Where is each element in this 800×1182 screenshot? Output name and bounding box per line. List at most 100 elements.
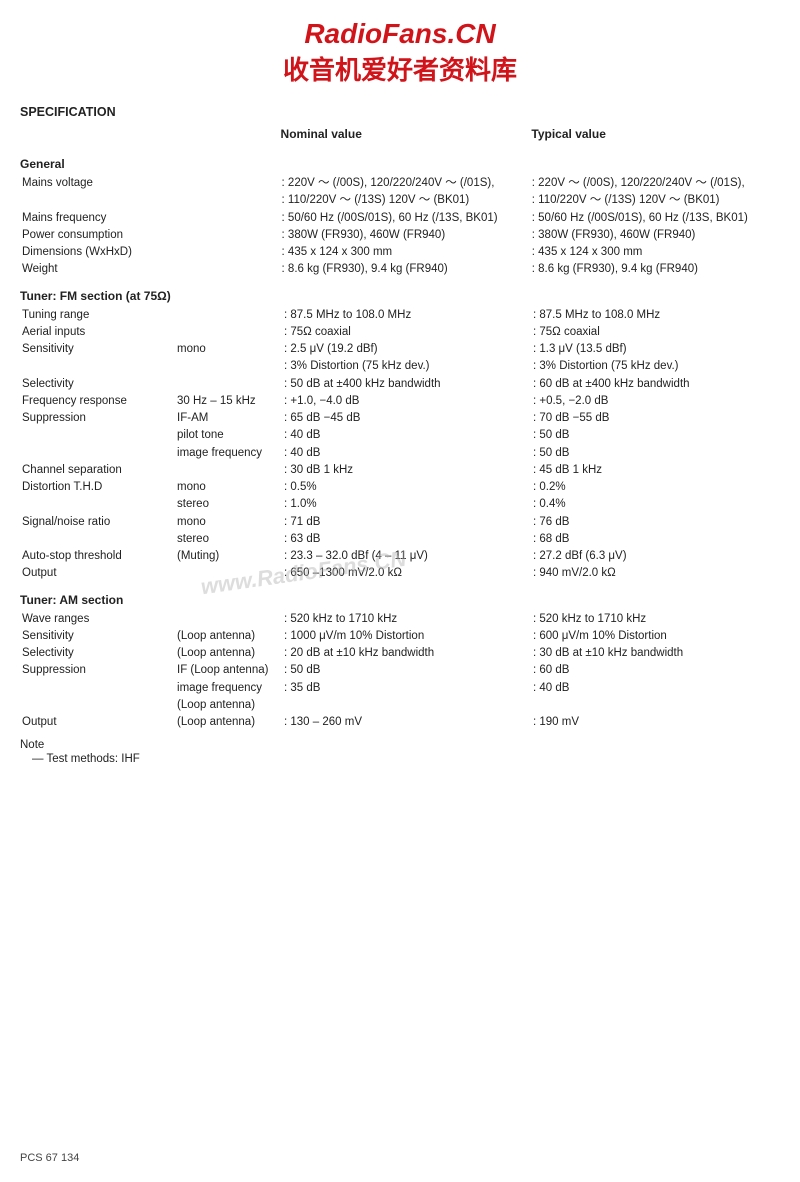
- row-nominal: [282, 697, 531, 714]
- row-label: [20, 680, 175, 697]
- row-sub: (Loop antenna): [175, 697, 282, 714]
- row-typical: : 27.2 dBf (6.3 μV): [531, 548, 780, 565]
- row-sub: [175, 324, 282, 341]
- row-sub: mono: [175, 341, 282, 358]
- row-typical: : 8.6 kg (FR930), 9.4 kg (FR940): [530, 261, 780, 278]
- row-label: Aerial inputs: [20, 324, 175, 341]
- table-row: Sensitivity(Loop antenna): 1000 μV/m 10%…: [20, 628, 780, 645]
- row-sub: image frequency: [175, 445, 282, 462]
- row-label: [20, 531, 175, 548]
- row-nominal: : 50 dB: [282, 662, 531, 679]
- row-label: Mains frequency: [20, 210, 175, 227]
- row-nominal: : 65 dB −45 dB: [282, 410, 531, 427]
- row-sub: [175, 227, 279, 244]
- row-sub: [175, 175, 279, 192]
- row-label: [20, 192, 175, 209]
- row-nominal: : 20 dB at ±10 kHz bandwidth: [282, 645, 531, 662]
- table-row: image frequency: 35 dB: 40 dB: [20, 680, 780, 697]
- row-label: Auto-stop threshold: [20, 548, 175, 565]
- row-sub: [175, 210, 279, 227]
- row-typical: : 1.3 μV (13.5 dBf): [531, 341, 780, 358]
- table-row: stereo: 63 dB: 68 dB: [20, 531, 780, 548]
- row-nominal: : 63 dB: [282, 531, 531, 548]
- row-label: Output: [20, 565, 175, 582]
- table-row: Weight: 8.6 kg (FR930), 9.4 kg (FR940): …: [20, 261, 780, 278]
- row-sub: [175, 611, 282, 628]
- row-nominal: : 2.5 μV (19.2 dBf): [282, 341, 531, 358]
- row-typical: : 190 mV: [531, 714, 780, 731]
- row-label: Suppression: [20, 662, 175, 679]
- row-sub: IF (Loop antenna): [175, 662, 282, 679]
- header-title-line2: 收音机爱好者资料库: [20, 50, 780, 87]
- row-label: [20, 697, 175, 714]
- row-typical: : 30 dB at ±10 kHz bandwidth: [531, 645, 780, 662]
- row-sub: IF-AM: [175, 410, 282, 427]
- row-label: [20, 358, 175, 375]
- row-typical: : 0.4%: [531, 496, 780, 513]
- table-row: SuppressionIF (Loop antenna): 50 dB: 60 …: [20, 662, 780, 679]
- row-nominal: : 380W (FR930), 460W (FR940): [280, 227, 530, 244]
- row-typical: : 380W (FR930), 460W (FR940): [530, 227, 780, 244]
- tuner-am-title: Tuner: AM section: [20, 593, 780, 607]
- table-row: Wave ranges: 520 kHz to 1710 kHz: 520 kH…: [20, 611, 780, 628]
- header-title-line1: RadioFans.CN: [20, 18, 780, 50]
- row-sub: 30 Hz – 15 kHz: [175, 393, 282, 410]
- row-label: Selectivity: [20, 376, 175, 393]
- row-typical: [531, 697, 780, 714]
- general-table: Mains voltage: 220V ～ (/00S), 120/220/24…: [20, 175, 780, 279]
- row-typical: : 87.5 MHz to 108.0 MHz: [531, 307, 780, 324]
- footer: PCS 67 134: [20, 1152, 79, 1164]
- table-row: Signal/noise ratiomono: 71 dB: 76 dB: [20, 514, 780, 531]
- row-sub: image frequency: [175, 680, 282, 697]
- table-row: Frequency response30 Hz – 15 kHz: +1.0, …: [20, 393, 780, 410]
- row-label: Tuning range: [20, 307, 175, 324]
- row-sub: (Loop antenna): [175, 628, 282, 645]
- row-label: Signal/noise ratio: [20, 514, 175, 531]
- table-row: Output: 650 –1300 mV/2.0 kΩ: 940 mV/2.0 …: [20, 565, 780, 582]
- row-nominal: : 75Ω coaxial: [282, 324, 531, 341]
- row-typical: : 940 mV/2.0 kΩ: [531, 565, 780, 582]
- table-row: Power consumption: 380W (FR930), 460W (F…: [20, 227, 780, 244]
- am-table: Wave ranges: 520 kHz to 1710 kHz: 520 kH…: [20, 611, 780, 732]
- row-nominal: : 110/220V ～ (/13S) 120V ～ (BK01): [280, 192, 530, 209]
- spec-column-headers: Nominal value Typical value: [20, 125, 780, 147]
- table-row: : 3% Distortion (75 kHz dev.): 3% Distor…: [20, 358, 780, 375]
- row-sub: stereo: [175, 531, 282, 548]
- row-typical: : 68 dB: [531, 531, 780, 548]
- row-typical: : 50 dB: [531, 445, 780, 462]
- row-typical: : 76 dB: [531, 514, 780, 531]
- row-typical: : 0.2%: [531, 479, 780, 496]
- row-typical: : 600 μV/m 10% Distortion: [531, 628, 780, 645]
- row-nominal: : 130 – 260 mV: [282, 714, 531, 731]
- row-typical: : 50 dB: [531, 427, 780, 444]
- row-label: Suppression: [20, 410, 175, 427]
- table-row: Sensitivitymono: 2.5 μV (19.2 dBf): 1.3 …: [20, 341, 780, 358]
- col-label-header: [20, 125, 173, 147]
- row-nominal: : 23.3 – 32.0 dBf (4 – 11 μV): [282, 548, 531, 565]
- row-label: Channel separation: [20, 462, 175, 479]
- row-label: Selectivity: [20, 645, 175, 662]
- row-sub: mono: [175, 514, 282, 531]
- row-nominal: : 1.0%: [282, 496, 531, 513]
- row-label: Distortion T.H.D: [20, 479, 175, 496]
- row-label: Mains voltage: [20, 175, 175, 192]
- col-nominal-header: Nominal value: [279, 125, 530, 147]
- row-label: Output: [20, 714, 175, 731]
- table-row: Channel separation: 30 dB 1 kHz: 45 dB 1…: [20, 462, 780, 479]
- table-row: stereo: 1.0%: 0.4%: [20, 496, 780, 513]
- row-label: Wave ranges: [20, 611, 175, 628]
- row-label: Sensitivity: [20, 628, 175, 645]
- fm-table: Tuning range: 87.5 MHz to 108.0 MHz: 87.…: [20, 307, 780, 583]
- specification-title: SPECIFICATION: [20, 105, 780, 119]
- row-nominal: : 50 dB at ±400 kHz bandwidth: [282, 376, 531, 393]
- row-typical: : 45 dB 1 kHz: [531, 462, 780, 479]
- row-sub: [175, 462, 282, 479]
- row-typical: : 75Ω coaxial: [531, 324, 780, 341]
- row-typical: : 520 kHz to 1710 kHz: [531, 611, 780, 628]
- tuner-fm-title: Tuner: FM section (at 75Ω): [20, 289, 780, 303]
- row-nominal: : 71 dB: [282, 514, 531, 531]
- row-sub: pilot tone: [175, 427, 282, 444]
- col-typical-header: Typical value: [529, 125, 780, 147]
- row-label: Weight: [20, 261, 175, 278]
- page: RadioFans.CN 收音机爱好者资料库 SPECIFICATION Nom…: [0, 0, 800, 1182]
